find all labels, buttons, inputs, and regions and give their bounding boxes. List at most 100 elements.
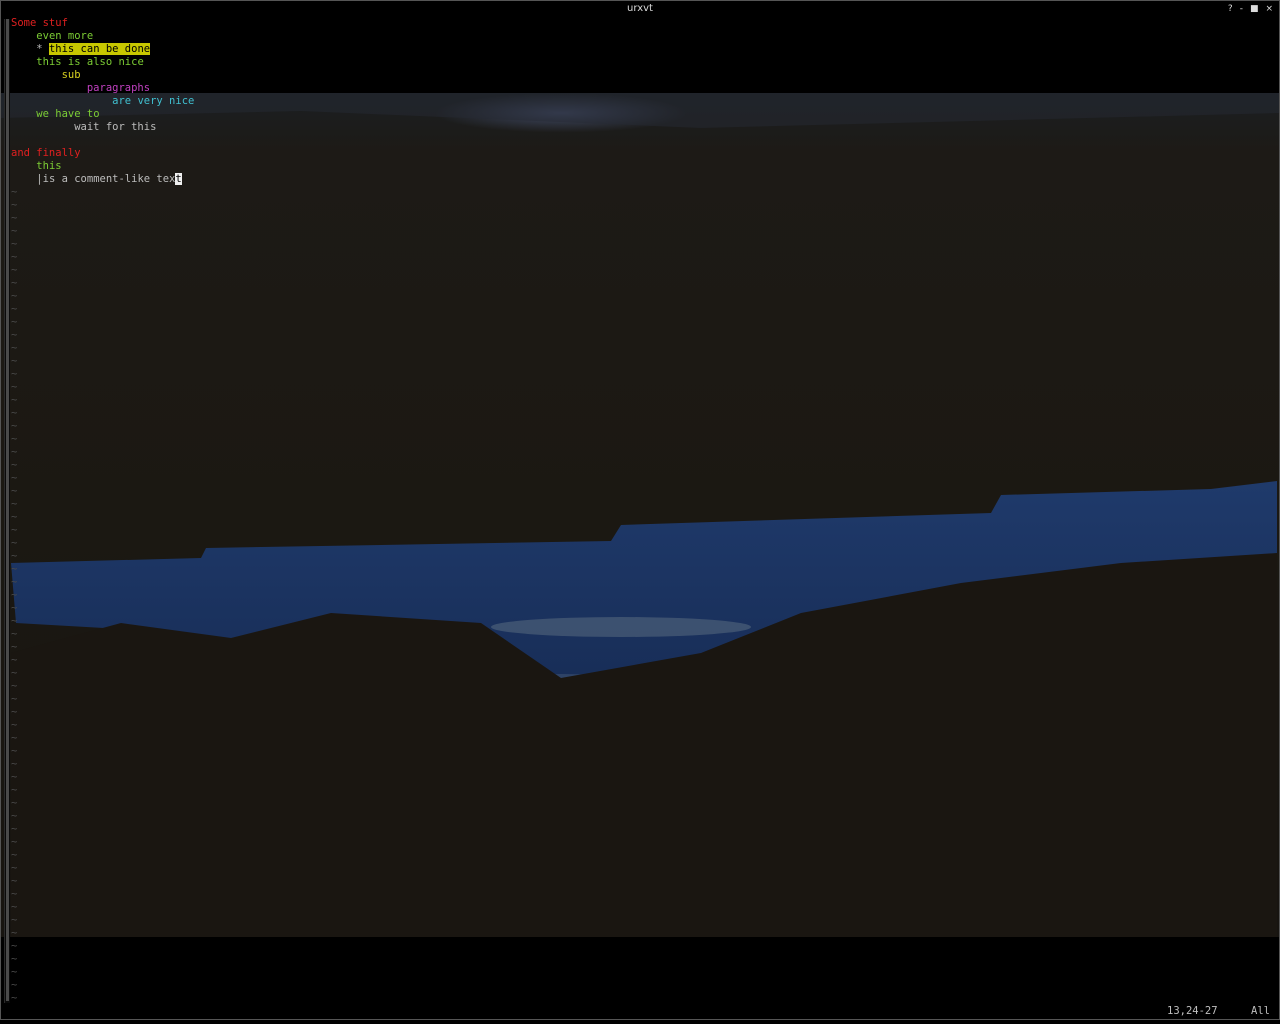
empty-line-tilde: ~ bbox=[11, 485, 18, 497]
empty-line-tilde: ~ bbox=[11, 888, 18, 900]
empty-line-tilde: ~ bbox=[11, 823, 18, 835]
empty-line-tilde: ~ bbox=[11, 368, 18, 380]
maximize-button[interactable]: ■ bbox=[1250, 1, 1259, 17]
empty-line-tilde: ~ bbox=[11, 524, 18, 536]
editor-line: this is also nice bbox=[11, 56, 1279, 69]
editor-line: even more bbox=[11, 30, 1279, 43]
editor-line-text: are very nice bbox=[112, 95, 195, 107]
close-button[interactable]: × bbox=[1265, 1, 1273, 17]
empty-line-tilde: ~ bbox=[11, 745, 18, 757]
empty-line-tilde: ~ bbox=[11, 446, 18, 458]
editor-line-text: Some stuf bbox=[11, 17, 68, 29]
empty-line-tilde: ~ bbox=[11, 641, 18, 653]
empty-line-tilde: ~ bbox=[11, 316, 18, 328]
editor-buffer[interactable]: Some stuf even more * this can be done t… bbox=[11, 17, 1279, 1019]
scroll-indicator: All bbox=[1251, 1005, 1270, 1017]
empty-line-tilde: ~ bbox=[11, 355, 18, 367]
empty-line-tilde: ~ bbox=[11, 693, 18, 705]
scrollbar[interactable] bbox=[4, 19, 10, 1003]
empty-line-tilde: ~ bbox=[11, 511, 18, 523]
editor-line: wait for this bbox=[11, 121, 1279, 134]
empty-line-tilde: ~ bbox=[11, 667, 18, 679]
editor-line-text: |is a comment-like tex bbox=[36, 173, 176, 185]
editor-line-text: this can be done bbox=[48, 43, 151, 55]
empty-line-tilde: ~ bbox=[11, 940, 18, 952]
terminal-window: urxvt ? - ■ × Some stuf even more * this… bbox=[0, 0, 1280, 1020]
empty-line-tilde: ~ bbox=[11, 875, 18, 887]
empty-line-tilde: ~ bbox=[11, 238, 18, 250]
editor-line-text: this bbox=[36, 160, 62, 172]
empty-line-tilde: ~ bbox=[11, 186, 18, 198]
empty-line-tilde: ~ bbox=[11, 589, 18, 601]
empty-line-tilde: ~ bbox=[11, 836, 18, 848]
text-cursor: t bbox=[175, 173, 182, 185]
cursor-position: 13,24-27 bbox=[1167, 1005, 1218, 1017]
empty-line-tilde: ~ bbox=[11, 849, 18, 861]
editor-line: we have to bbox=[11, 108, 1279, 121]
empty-line-tilde: ~ bbox=[11, 927, 18, 939]
empty-line-tilde: ~ bbox=[11, 303, 18, 315]
empty-line-tilde: ~ bbox=[11, 472, 18, 484]
empty-line-tilde: ~ bbox=[11, 628, 18, 640]
empty-line-tilde: ~ bbox=[11, 290, 18, 302]
editor-line-text: paragraphs bbox=[86, 82, 151, 94]
empty-line-tilde: ~ bbox=[11, 251, 18, 263]
minimize-button[interactable]: - bbox=[1240, 1, 1243, 17]
empty-line-tilde: ~ bbox=[11, 212, 18, 224]
empty-line-tilde: ~ bbox=[11, 550, 18, 562]
empty-line-tilde: ~ bbox=[11, 719, 18, 731]
empty-line-tilde: ~ bbox=[11, 732, 18, 744]
empty-line-tilde: ~ bbox=[11, 992, 18, 1004]
empty-line-tilde: ~ bbox=[11, 784, 18, 796]
editor-line: sub bbox=[11, 69, 1279, 82]
empty-line-tilde: ~ bbox=[11, 901, 18, 913]
empty-line-tilde: ~ bbox=[11, 966, 18, 978]
window-title: urxvt bbox=[627, 3, 653, 14]
empty-line-tilde: ~ bbox=[11, 758, 18, 770]
editor-line-text: even more bbox=[36, 30, 94, 42]
empty-line-tilde: ~ bbox=[11, 381, 18, 393]
editor-line-text: sub bbox=[61, 69, 81, 81]
empty-line-tilde: ~ bbox=[11, 498, 18, 510]
editor-line: |is a comment-like text bbox=[11, 173, 1279, 186]
empty-line-tilde: ~ bbox=[11, 277, 18, 289]
empty-line-tilde: ~ bbox=[11, 602, 18, 614]
empty-line-tilde: ~ bbox=[11, 615, 18, 627]
empty-line-tilde: ~ bbox=[11, 862, 18, 874]
empty-line-tilde: ~ bbox=[11, 329, 18, 341]
empty-line-tilde: ~ bbox=[11, 810, 18, 822]
help-button[interactable]: ? bbox=[1228, 1, 1233, 17]
editor-line-text: and finally bbox=[11, 147, 81, 159]
editor-line: * this can be done bbox=[36, 43, 151, 55]
editor-line: are very nice bbox=[11, 95, 1279, 108]
empty-line-tilde: ~ bbox=[11, 459, 18, 471]
window-controls: ? - ■ × bbox=[1228, 1, 1273, 17]
empty-line-tilde: ~ bbox=[11, 225, 18, 237]
editor-line: paragraphs bbox=[11, 82, 1279, 95]
empty-line-tilde: ~ bbox=[11, 420, 18, 432]
empty-line-tilde: ~ bbox=[11, 407, 18, 419]
empty-line-tilde: ~ bbox=[11, 771, 18, 783]
editor-line-text: this is also nice bbox=[36, 56, 144, 68]
empty-line-tilde: ~ bbox=[11, 914, 18, 926]
editor-line: this bbox=[11, 160, 1279, 173]
empty-line-tilde: ~ bbox=[11, 394, 18, 406]
editor-line: Some stuf bbox=[11, 17, 1279, 30]
empty-line-tilde: ~ bbox=[11, 680, 18, 692]
empty-line-tilde: ~ bbox=[11, 979, 18, 991]
titlebar[interactable]: urxvt ? - ■ × bbox=[1, 1, 1279, 17]
empty-line-tilde: ~ bbox=[11, 797, 18, 809]
empty-line-tilde: ~ bbox=[11, 264, 18, 276]
empty-line-tilde: ~ bbox=[11, 537, 18, 549]
empty-line-tilde: ~ bbox=[11, 706, 18, 718]
editor-line: and finally bbox=[11, 147, 1279, 160]
editor-line-text: we have to bbox=[36, 108, 100, 120]
empty-line-tilde: ~ bbox=[11, 953, 18, 965]
empty-line-tilde: ~ bbox=[11, 576, 18, 588]
empty-line-tilde: ~ bbox=[11, 199, 18, 211]
empty-line-tilde: ~ bbox=[11, 654, 18, 666]
editor-line-text: wait for this bbox=[74, 121, 157, 133]
scrollbar-thumb[interactable] bbox=[6, 19, 9, 1001]
empty-line-tilde: ~ bbox=[11, 433, 18, 445]
